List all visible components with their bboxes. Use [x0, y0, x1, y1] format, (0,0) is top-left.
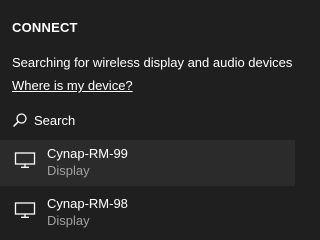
monitor-icon [14, 151, 36, 169]
panel-title: CONNECT [12, 20, 78, 35]
device-type: Display [47, 163, 90, 178]
device-name: Cynap-RM-98 [47, 196, 128, 211]
search-icon [12, 112, 28, 128]
connect-panel: CONNECT Searching for wireless display a… [0, 0, 295, 240]
device-type: Display [47, 213, 90, 228]
device-item-cynap-rm-98[interactable]: Cynap-RM-98 Display [0, 190, 295, 236]
where-is-my-device-link[interactable]: Where is my device? [12, 78, 133, 93]
search-label: Search [34, 112, 76, 128]
device-name: Cynap-RM-99 [47, 146, 128, 161]
monitor-icon [14, 201, 36, 219]
search-status-text: Searching for wireless display and audio… [12, 55, 293, 70]
device-item-cynap-rm-99[interactable]: Cynap-RM-99 Display [0, 140, 295, 186]
search-button[interactable]: Search [12, 110, 75, 130]
